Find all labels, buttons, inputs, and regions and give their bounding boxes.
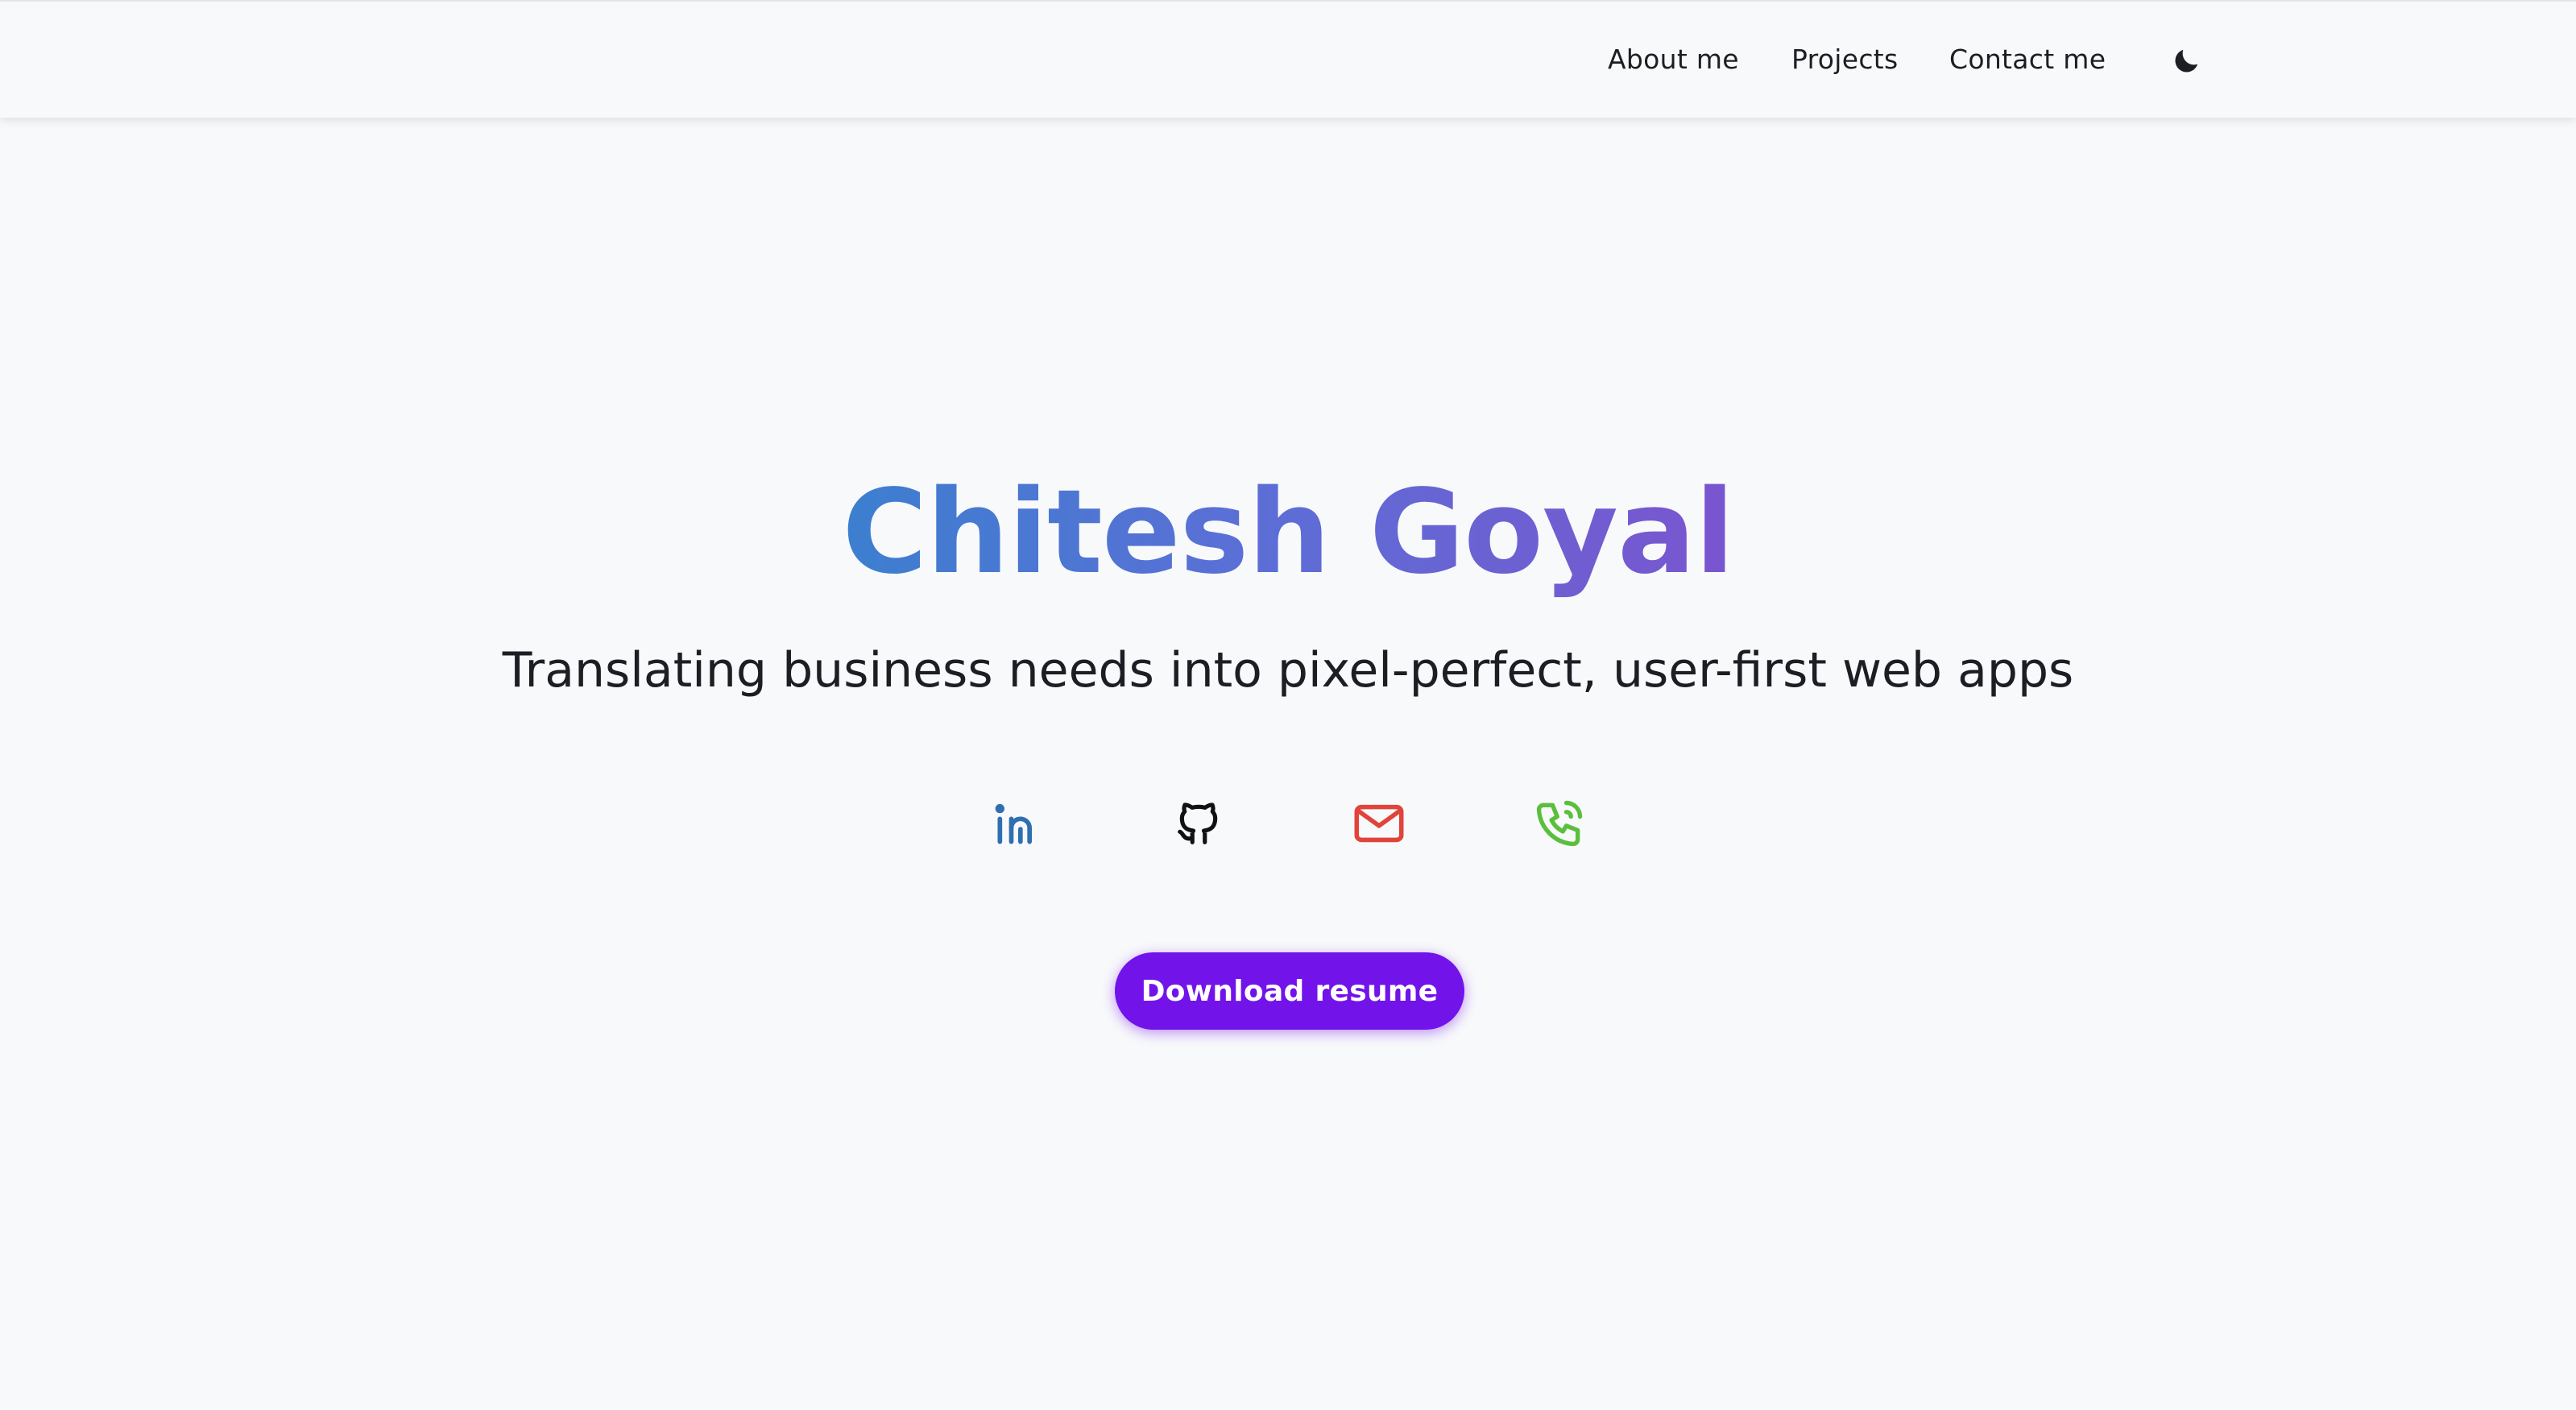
nav-link-about[interactable]: About me [1608,44,1739,75]
download-resume-button[interactable]: Download resume [1115,952,1464,1030]
moon-icon [2175,49,2198,73]
mail-icon [1354,804,1404,843]
github-link[interactable] [1165,790,1232,857]
nav-link-contact[interactable]: Contact me [1949,44,2106,75]
phone-link[interactable] [1526,790,1593,857]
nav-link-projects[interactable]: Projects [1791,44,1899,75]
phone-icon [1536,800,1583,847]
theme-toggle-button[interactable] [2168,44,2204,79]
linkedin-link[interactable] [984,790,1052,857]
github-icon [1178,802,1218,844]
email-link[interactable] [1345,790,1413,857]
page: About me Projects Contact me Chitesh Goy… [0,0,2576,1410]
hero-title: Chitesh Goyal [0,459,2576,604]
hero-title-text: Chitesh Goyal [842,464,1735,599]
top-nav-bar: About me Projects Contact me [0,0,2576,118]
hero-subtitle: Translating business needs into pixel-pe… [502,642,2074,699]
linkedin-icon [995,803,1032,844]
